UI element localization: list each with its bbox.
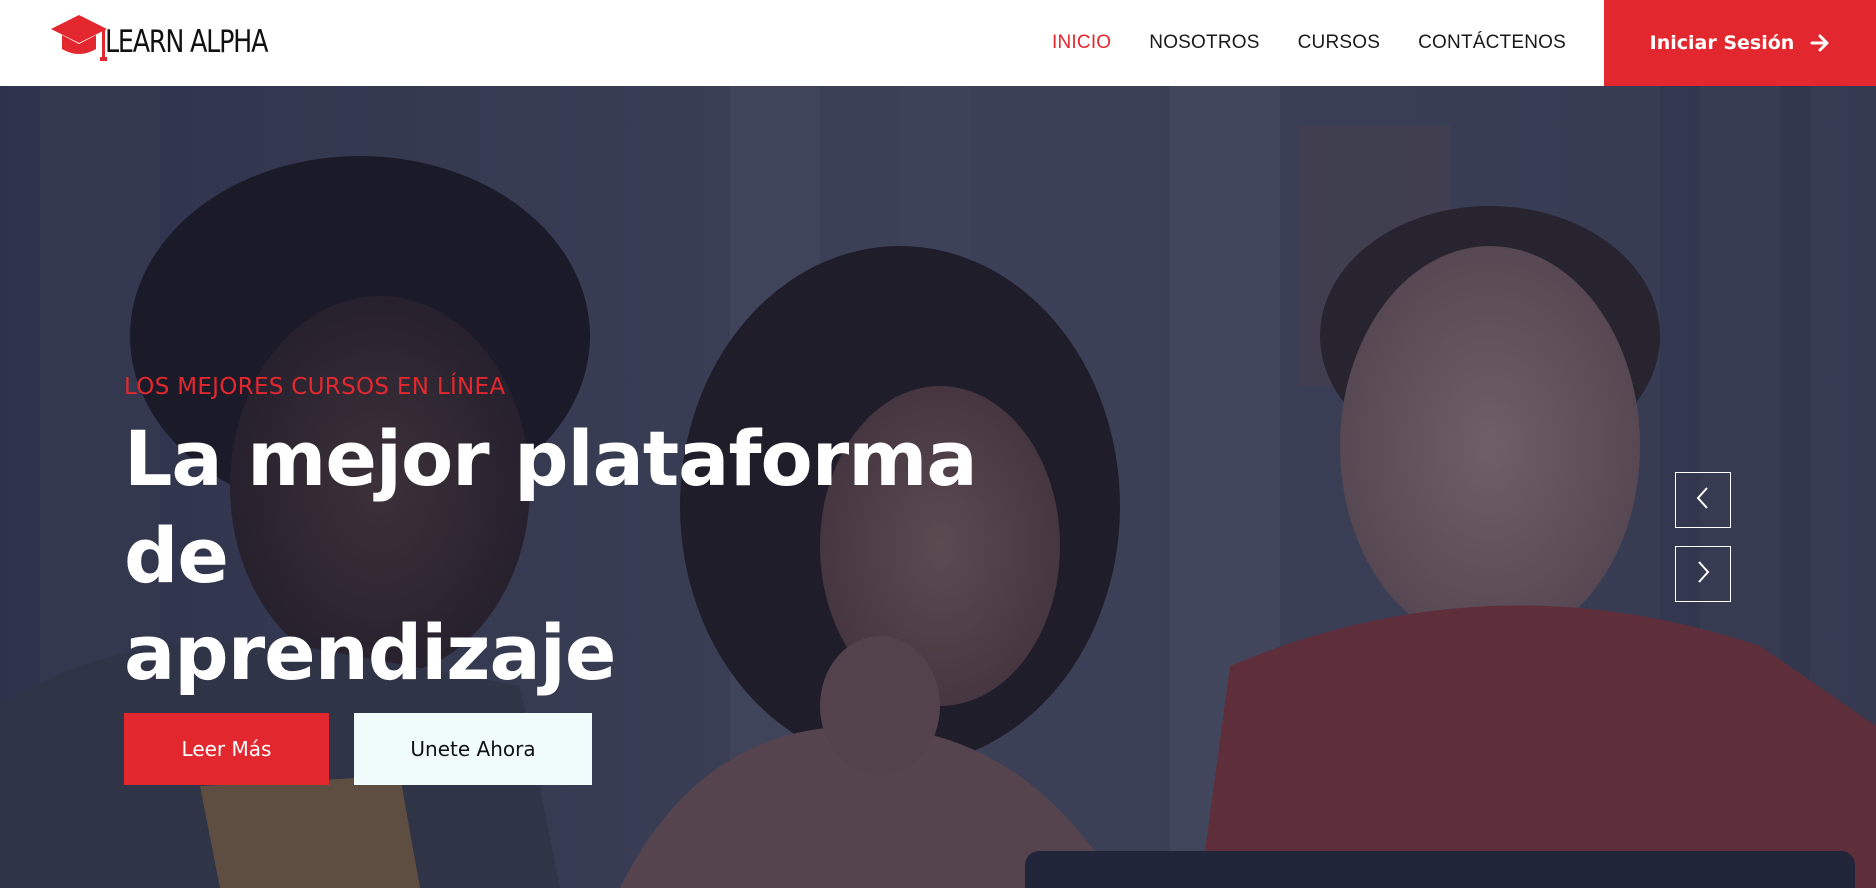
hero-eyebrow: LOS MEJORES CURSOS EN LÍNEA <box>124 374 506 400</box>
main-nav: INICIO NOSOTROS CURSOS CONTÁCTENOS <box>1014 0 1566 86</box>
read-more-button[interactable]: Leer Más <box>124 713 329 785</box>
hero-cta-row: Leer Más Unete Ahora <box>124 713 1104 785</box>
nav-item-cursos[interactable]: CURSOS <box>1298 32 1381 54</box>
hero-headline-line-1: La mejor plataforma de <box>124 414 978 600</box>
carousel-prev-button[interactable] <box>1675 472 1731 528</box>
nav-item-contactenos[interactable]: CONTÁCTENOS <box>1418 32 1566 54</box>
login-button-label: Iniciar Sesión <box>1649 32 1795 54</box>
navbar: LEARN ALPHA INICIO NOSOTROS CURSOS CONTÁ… <box>0 0 1876 86</box>
chevron-right-icon <box>1693 560 1713 589</box>
nav-item-nosotros[interactable]: NOSOTROS <box>1149 32 1259 54</box>
hero-headline-line-2: aprendizaje <box>124 608 616 697</box>
brand-name: LEARN ALPHA <box>105 24 268 60</box>
arrow-right-icon <box>1810 33 1830 53</box>
login-button[interactable]: Iniciar Sesión <box>1604 0 1876 86</box>
brand-logo[interactable]: LEARN ALPHA <box>49 14 303 64</box>
hero-headline: La mejor plataforma de aprendizaje <box>124 410 1104 701</box>
graduation-cap-icon <box>49 13 109 65</box>
carousel-next-button[interactable] <box>1675 546 1731 602</box>
hero-carousel: LOS MEJORES CURSOS EN LÍNEA La mejor pla… <box>0 86 1876 888</box>
chevron-left-icon <box>1693 486 1713 515</box>
nav-item-inicio[interactable]: INICIO <box>1052 32 1111 54</box>
join-now-button[interactable]: Unete Ahora <box>354 713 592 785</box>
hero-content: LOS MEJORES CURSOS EN LÍNEA La mejor pla… <box>124 374 1104 785</box>
